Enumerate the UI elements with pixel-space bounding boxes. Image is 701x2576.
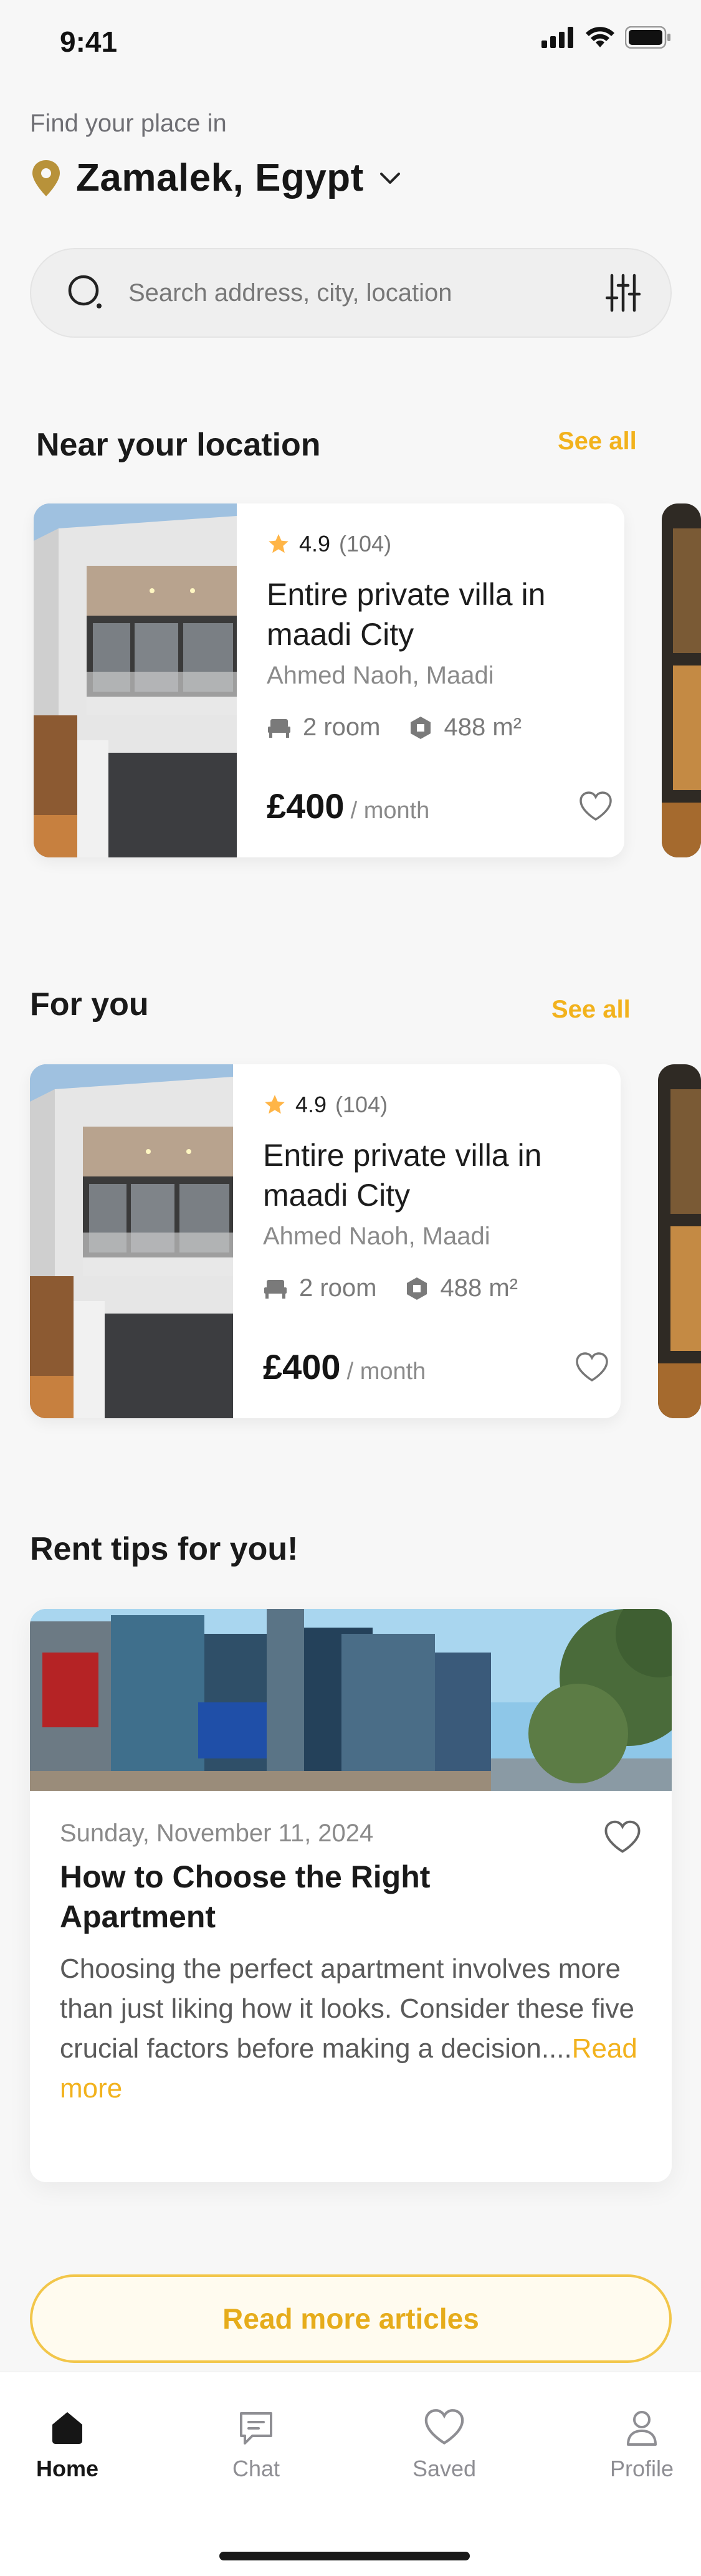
article-favorite-button[interactable] (603, 1820, 642, 1858)
nav-chat[interactable]: Chat (194, 2407, 318, 2482)
article-excerpt-text: Choosing the perfect apartment involves … (60, 1953, 635, 2064)
status-time: 9:41 (60, 26, 118, 58)
location-name: Zamalek, Egypt (76, 156, 364, 199)
rating: 4.9 (104) (263, 1092, 621, 1118)
nav-chat-label: Chat (232, 2456, 280, 2481)
search-input[interactable]: Search address, city, location (128, 279, 606, 307)
property-host: Ahmed Naoh, Maadi (267, 662, 494, 689)
location-selector[interactable]: Zamalek, Egypt (30, 156, 403, 200)
signal-icon (541, 27, 573, 48)
price-period: / month (350, 798, 430, 824)
property-card-peek[interactable] (658, 1064, 701, 1418)
for-you-section-title: For you (30, 986, 149, 1023)
rating-value: 4.9 (295, 1092, 327, 1117)
area-icon (406, 1277, 427, 1300)
price-period: / month (346, 1358, 426, 1385)
price-amount: £400 (263, 1347, 341, 1386)
rooms-count: 2 room (299, 1274, 377, 1302)
area-icon (410, 716, 431, 739)
article-card[interactable]: Sunday, November 11, 2024 How to Choose … (30, 1609, 672, 2182)
rooms-count: 2 room (303, 713, 381, 741)
area-size: 488 m² (444, 713, 522, 741)
home-indicator (219, 2552, 470, 2560)
nav-profile[interactable]: Profile (579, 2407, 701, 2482)
property-image (34, 503, 237, 857)
near-section-title: Near your location (36, 427, 321, 463)
favorite-button[interactable] (578, 791, 613, 825)
area-feature: 488 m² (404, 1274, 518, 1302)
price: £400 / month (263, 1347, 426, 1387)
article-title: How to Choose the Right Apartment (60, 1859, 431, 1934)
read-more-articles-button[interactable]: Read more articles (30, 2274, 672, 2363)
chat-icon (240, 2412, 272, 2445)
bottom-nav: Home Chat Saved Profile (0, 2372, 701, 2576)
property-host: Ahmed Naoh, Maadi (263, 1223, 490, 1250)
heart-icon (576, 1352, 608, 1382)
property-card-for-you[interactable]: 4.9 (104) Entire private villa in maadi … (30, 1064, 621, 1418)
article-excerpt: Choosing the perfect apartment involves … (60, 1949, 646, 2109)
review-count: (104) (335, 1092, 388, 1117)
heart-icon (579, 791, 612, 821)
search-bar[interactable]: Search address, city, location (30, 248, 672, 338)
location-pin-icon (32, 160, 60, 196)
favorite-button[interactable] (575, 1352, 609, 1386)
for-you-see-all-link[interactable]: See all (551, 996, 631, 1024)
star-icon (269, 534, 289, 553)
tips-section-title: Rent tips for you! (30, 1531, 298, 1567)
home-icon (52, 2412, 82, 2444)
review-count: (104) (339, 531, 392, 556)
star-icon (265, 1095, 285, 1114)
status-icons (541, 26, 671, 49)
search-icon (68, 275, 102, 308)
profile-icon (627, 2411, 657, 2446)
price: £400 / month (267, 786, 429, 826)
heart-icon (424, 2409, 464, 2445)
nav-profile-label: Profile (609, 2456, 674, 2481)
nav-home-label: Home (36, 2456, 99, 2481)
near-see-all-link[interactable]: See all (558, 427, 637, 456)
property-card-near[interactable]: 4.9 (104) Entire private villa in maadi … (34, 503, 624, 857)
property-title: Entire private villa in maadi City (267, 577, 546, 652)
nav-home[interactable]: Home (5, 2407, 130, 2482)
article-image (30, 1609, 672, 1791)
rooms-feature: 2 room (267, 713, 381, 742)
chevron-down-icon (379, 172, 400, 184)
bed-icon (264, 1279, 287, 1299)
bed-icon (268, 718, 290, 738)
rating-value: 4.9 (299, 531, 331, 556)
nav-saved[interactable]: Saved (382, 2407, 507, 2482)
area-size: 488 m² (440, 1274, 518, 1302)
battery-icon (625, 26, 670, 49)
property-title: Entire private villa in maadi City (263, 1138, 542, 1213)
article-date: Sunday, November 11, 2024 (60, 1820, 374, 1847)
area-feature: 488 m² (408, 713, 522, 742)
property-card-peek[interactable] (662, 503, 701, 857)
nav-saved-label: Saved (412, 2456, 477, 2481)
rating: 4.9 (104) (267, 531, 624, 557)
filter-icon[interactable] (606, 273, 641, 313)
location-label: Find your place in (30, 110, 227, 137)
heart-icon (604, 1820, 641, 1853)
wifi-icon (586, 27, 614, 47)
price-amount: £400 (267, 786, 345, 826)
property-image (30, 1064, 233, 1418)
rooms-feature: 2 room (263, 1274, 377, 1302)
